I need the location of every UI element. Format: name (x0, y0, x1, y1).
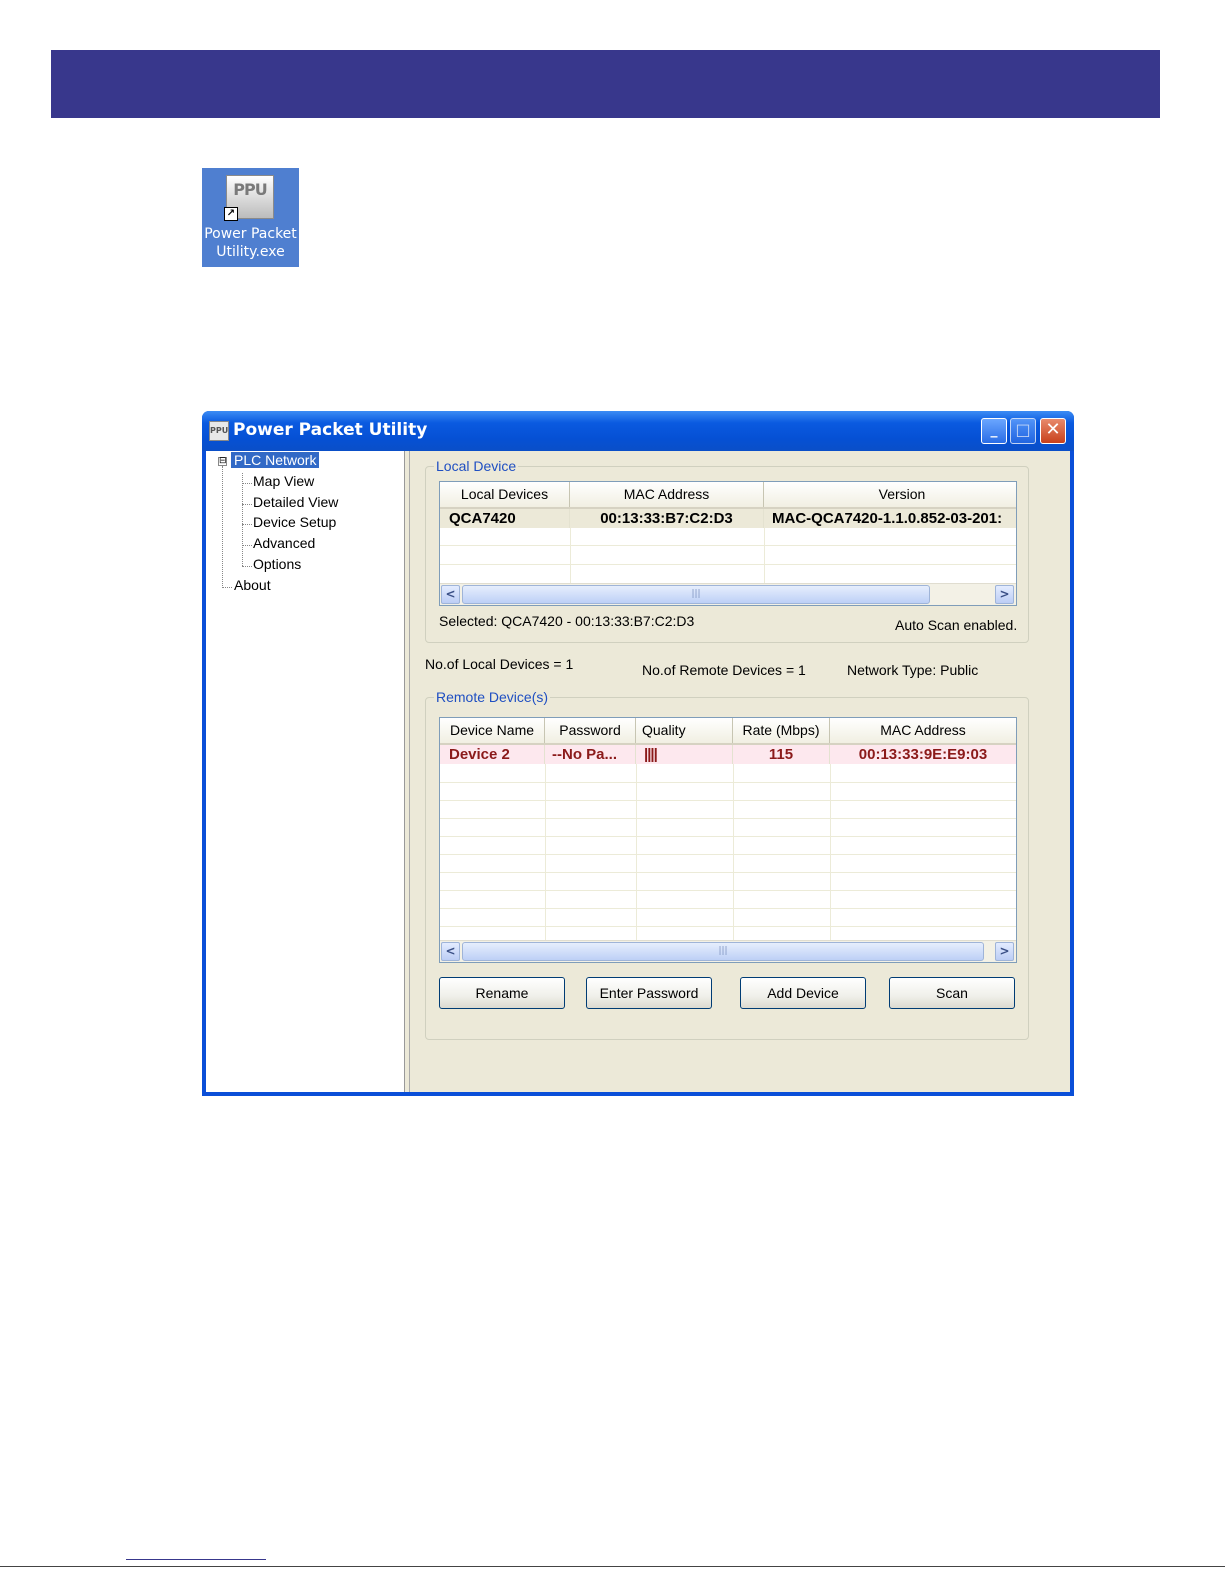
maximize-icon: □ (1015, 420, 1031, 439)
local-devices-list[interactable]: Local Devices MAC Address Version QCA742… (439, 481, 1017, 606)
tree-item-options[interactable]: Options (253, 556, 301, 572)
remote-devices-list[interactable]: Device Name Password Quality Rate (Mbps)… (439, 717, 1017, 963)
grid-line (830, 764, 831, 940)
tree-connector (222, 466, 223, 586)
column-header-quality[interactable]: Quality (636, 718, 733, 743)
cell-remote-mac: 00:13:33:9E:E9:03 (858, 746, 988, 763)
remote-device-count: No.of Remote Devices = 1 (642, 662, 806, 678)
remote-devices-header: Device Name Password Quality Rate (Mbps)… (440, 718, 1016, 745)
scroll-left-button[interactable]: < (441, 585, 460, 604)
tree-collapse-icon[interactable]: ⊟ (218, 457, 227, 466)
grid-line (440, 545, 1016, 546)
panel-splitter[interactable] (405, 451, 410, 1092)
ppu-icon-glyph: PPU (233, 180, 267, 199)
grid-line (764, 528, 765, 584)
network-type: Network Type: Public (847, 662, 979, 678)
tree-item-detailed-view[interactable]: Detailed View (253, 494, 338, 510)
tree-connector (242, 473, 243, 566)
selected-device-text: Selected: QCA7420 - 00:13:33:B7:C2:D3 (439, 613, 695, 629)
shortcut-arrow-icon: ↗ (224, 207, 238, 221)
scroll-right-button[interactable]: > (995, 585, 1014, 604)
grid-line (440, 890, 1016, 891)
tree-item-map-view[interactable]: Map View (253, 473, 314, 489)
scroll-right-button[interactable]: > (995, 942, 1014, 961)
local-device-count: No.of Local Devices = 1 (425, 656, 574, 672)
title-bar[interactable]: PPU Power Packet Utility _ □ ✕ (202, 411, 1074, 451)
local-devices-header: Local Devices MAC Address Version (440, 482, 1016, 509)
desktop-shortcut-power-packet-utility[interactable]: PPU ↗ Power Packet Utility.exe (202, 168, 299, 267)
scan-button[interactable]: Scan (889, 977, 1015, 1009)
grid-line (440, 800, 1016, 801)
cell-rate: 115 (733, 745, 830, 764)
minimize-button[interactable]: _ (981, 418, 1007, 444)
ppu-app-icon: PPU ↗ (224, 175, 274, 221)
app-window: PPU Power Packet Utility _ □ ✕ ⊟ PLC Net… (202, 411, 1074, 1096)
maximize-button[interactable]: □ (1010, 418, 1036, 444)
grid-line (570, 528, 571, 584)
add-device-button[interactable]: Add Device (740, 977, 866, 1009)
grid-line (440, 836, 1016, 837)
close-icon: ✕ (1045, 419, 1061, 440)
cell-device-name: Device 2 (440, 745, 545, 764)
column-header-mac-address[interactable]: MAC Address (570, 482, 764, 507)
grid-line (440, 926, 1016, 927)
grid-line (733, 764, 734, 940)
grid-line (636, 764, 637, 940)
local-device-group-label: Local Device (434, 458, 519, 474)
navigation-tree: ⊟ PLC Network Map View Detailed View Dev… (206, 451, 405, 1092)
grid-line (440, 908, 1016, 909)
scroll-thumb[interactable]: ||| (462, 585, 930, 604)
scroll-thumb[interactable]: ||| (462, 942, 984, 961)
minimize-icon: _ (990, 422, 998, 438)
desktop-shortcut-label: Power Packet Utility.exe (202, 225, 299, 261)
tree-item-advanced[interactable]: Advanced (253, 535, 315, 551)
auto-scan-status: Auto Scan enabled. (895, 617, 1018, 633)
local-list-horizontal-scrollbar[interactable]: < ||| > (440, 583, 1016, 605)
column-header-remote-mac-address[interactable]: MAC Address (830, 718, 1016, 743)
close-button[interactable]: ✕ (1040, 418, 1066, 444)
tree-connector (242, 545, 252, 546)
footer-link-underline (126, 1559, 266, 1560)
tree-item-about[interactable]: About (234, 577, 271, 593)
column-header-rate[interactable]: Rate (Mbps) (733, 718, 830, 743)
cell-local-device-mac: 00:13:33:B7:C2:D3 (570, 509, 764, 528)
window-bottom-border (202, 1092, 1074, 1096)
grid-line (440, 564, 1016, 565)
tree-connector (242, 524, 252, 525)
remote-devices-group-label: Remote Device(s) (434, 689, 551, 705)
desktop-label-line1: Power Packet (204, 226, 297, 242)
remote-list-horizontal-scrollbar[interactable]: < ||| > (440, 940, 1016, 962)
scroll-left-button[interactable]: < (441, 942, 460, 961)
tree-connector (242, 504, 252, 505)
column-header-version[interactable]: Version (764, 482, 1016, 507)
table-row[interactable]: QCA7420 00:13:33:B7:C2:D3 MAC-QCA7420-1.… (440, 509, 1016, 528)
grid-line (440, 872, 1016, 873)
column-header-password[interactable]: Password (545, 718, 636, 743)
desktop-label-line2: Utility.exe (216, 244, 285, 260)
column-header-device-name[interactable]: Device Name (440, 718, 545, 743)
grid-line (440, 818, 1016, 819)
grid-line (545, 764, 546, 940)
tree-connector (242, 483, 252, 484)
app-title-icon: PPU (209, 421, 229, 441)
cell-local-device-version: MAC-QCA7420-1.1.0.852-03-201: (772, 510, 1003, 527)
tree-item-plc-network[interactable]: PLC Network (231, 452, 320, 468)
window-title: Power Packet Utility (233, 420, 428, 440)
cell-quality: |||| (636, 745, 733, 764)
tree-connector (222, 587, 232, 588)
grid-line (440, 854, 1016, 855)
enter-password-button[interactable]: Enter Password (586, 977, 712, 1009)
page-header-banner (51, 50, 1160, 118)
cell-local-device-name: QCA7420 (440, 509, 570, 528)
tree-connector (242, 566, 252, 567)
cell-password: --No Pa... (545, 745, 636, 764)
grid-line (440, 782, 1016, 783)
column-header-local-devices[interactable]: Local Devices (440, 482, 570, 507)
client-area: ⊟ PLC Network Map View Detailed View Dev… (206, 451, 1070, 1092)
tree-item-device-setup[interactable]: Device Setup (253, 514, 336, 530)
rename-button[interactable]: Rename (439, 977, 565, 1009)
table-row[interactable]: Device 2 --No Pa... |||| 115 00:13:33:9E… (440, 745, 1016, 764)
footer-rule (0, 1566, 1225, 1567)
